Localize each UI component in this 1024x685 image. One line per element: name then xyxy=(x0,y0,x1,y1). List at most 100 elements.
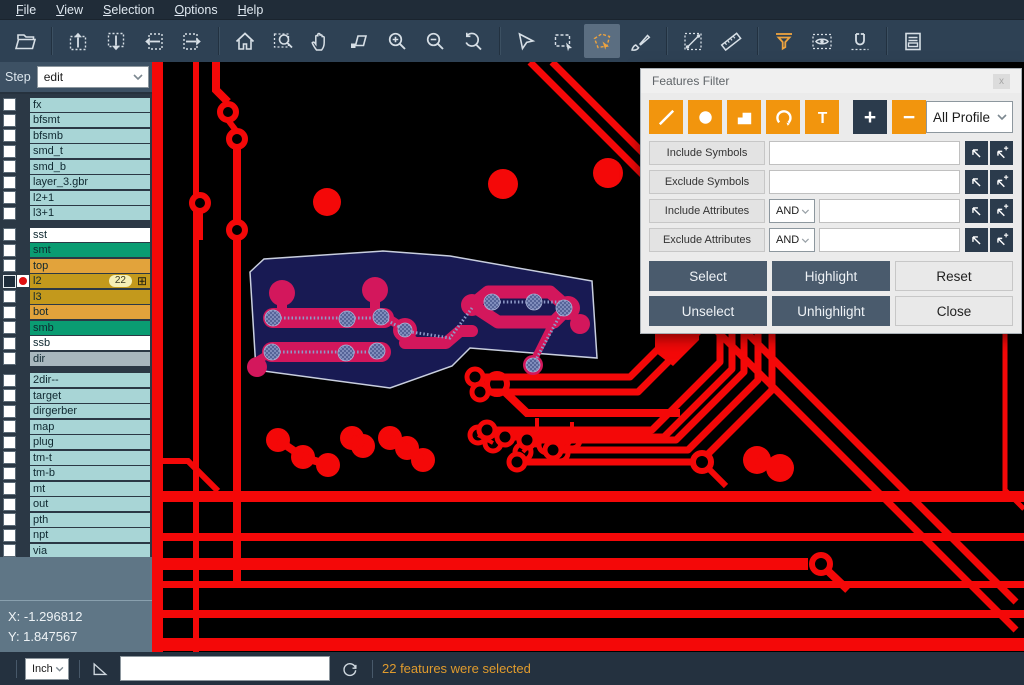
menu-selection[interactable]: Selection xyxy=(93,0,164,20)
layer-visibility-checkbox[interactable] xyxy=(3,321,16,334)
layer-visibility-checkbox[interactable] xyxy=(3,389,16,402)
refresh-icon[interactable] xyxy=(340,659,360,679)
close-button[interactable]: Close xyxy=(895,296,1013,326)
pick-add-from-canvas-button[interactable] xyxy=(990,228,1013,252)
layer-visibility-checkbox[interactable] xyxy=(3,420,16,433)
menu-view[interactable]: View xyxy=(46,0,93,20)
layer-color-bar[interactable]: l2+1 xyxy=(30,191,150,205)
layer-color-bar[interactable]: ssb xyxy=(30,336,150,350)
layer-row-smd-t[interactable]: smd_t xyxy=(0,144,152,160)
menu-options[interactable]: Options xyxy=(164,0,227,20)
layer-row-dir[interactable]: dir xyxy=(0,351,152,367)
polygon-select-icon[interactable] xyxy=(584,24,620,58)
layer-visibility-checkbox[interactable] xyxy=(3,145,16,158)
pan-right-icon[interactable] xyxy=(174,24,210,58)
layer-row-npt[interactable]: npt xyxy=(0,528,152,544)
layer-color-bar[interactable]: top xyxy=(30,259,150,273)
layer-color-bar[interactable]: sst xyxy=(30,228,150,242)
include-symbols-button[interactable]: Include Symbols xyxy=(649,141,765,165)
reset-button[interactable]: Reset xyxy=(895,261,1013,291)
pan-left-icon[interactable] xyxy=(136,24,172,58)
layer-visibility-checkbox[interactable] xyxy=(3,207,16,220)
pad-feature-icon[interactable] xyxy=(688,100,722,134)
layer-row-fx[interactable]: fx xyxy=(0,97,152,113)
layer-row-l2[interactable]: l222⊞ xyxy=(0,274,152,290)
exclude-symbols-button[interactable]: Exclude Symbols xyxy=(649,170,765,194)
layer-row-out[interactable]: out xyxy=(0,497,152,513)
layer-color-bar[interactable]: pth xyxy=(30,513,150,527)
layer-row-pth[interactable]: pth xyxy=(0,512,152,528)
zoom-area-icon[interactable] xyxy=(265,24,301,58)
pick-from-canvas-button[interactable] xyxy=(965,141,988,165)
pick-add-from-canvas-button[interactable] xyxy=(990,141,1013,165)
layer-row-smd-b[interactable]: smd_b xyxy=(0,159,152,175)
home-icon[interactable] xyxy=(227,24,263,58)
layer-row-sst[interactable]: sst xyxy=(0,227,152,243)
ruler-icon[interactable] xyxy=(713,24,749,58)
remove-filter-button[interactable]: − xyxy=(892,100,926,134)
layer-row-mt[interactable]: mt xyxy=(0,481,152,497)
layer-visibility-checkbox[interactable] xyxy=(3,436,16,449)
layer-visibility-checkbox[interactable] xyxy=(3,374,16,387)
layer-visibility-checkbox[interactable] xyxy=(3,529,16,542)
layer-visibility-checkbox[interactable] xyxy=(3,160,16,173)
close-icon[interactable]: x xyxy=(993,74,1010,89)
layer-visibility-checkbox[interactable] xyxy=(3,114,16,127)
layer-color-bar[interactable]: smd_t xyxy=(30,144,150,158)
menu-file[interactable]: File xyxy=(6,0,46,20)
layer-row-2dir[interactable]: 2dir-- xyxy=(0,373,152,389)
layer-visibility-checkbox[interactable] xyxy=(3,352,16,365)
pick-add-from-canvas-button[interactable] xyxy=(990,199,1013,223)
layer-row-bot[interactable]: bot xyxy=(0,305,152,321)
layer-visibility-checkbox[interactable] xyxy=(3,513,16,526)
layer-color-bar[interactable]: smd_b xyxy=(30,160,150,174)
layer-row-smt[interactable]: smt xyxy=(0,243,152,259)
layer-color-bar[interactable]: 2dir-- xyxy=(30,373,150,387)
filter-icon[interactable] xyxy=(766,24,802,58)
layer-visibility-checkbox[interactable] xyxy=(3,290,16,303)
pick-add-from-canvas-button[interactable] xyxy=(990,170,1013,194)
layer-visibility-checkbox[interactable] xyxy=(3,498,16,511)
eye-visibility-icon[interactable] xyxy=(804,24,840,58)
layer-row-ssb[interactable]: ssb xyxy=(0,336,152,352)
layer-row-l2-1[interactable]: l2+1 xyxy=(0,190,152,206)
layer-color-bar[interactable]: l3 xyxy=(30,290,150,304)
exclude-symbols-input[interactable] xyxy=(769,170,960,194)
include-symbols-input[interactable] xyxy=(769,141,960,165)
layer-color-bar[interactable]: smt xyxy=(30,243,150,257)
layer-visibility-checkbox[interactable] xyxy=(3,405,16,418)
pick-from-canvas-button[interactable] xyxy=(965,199,988,223)
pan-down-icon[interactable] xyxy=(98,24,134,58)
layer-color-bar[interactable]: smb xyxy=(30,321,150,335)
pan-up-icon[interactable] xyxy=(60,24,96,58)
layer-visibility-checkbox[interactable] xyxy=(3,176,16,189)
zoom-out-icon[interactable] xyxy=(417,24,453,58)
pan-hand-icon[interactable] xyxy=(303,24,339,58)
layer-visibility-checkbox[interactable] xyxy=(3,259,16,272)
layer-row-map[interactable]: map xyxy=(0,419,152,435)
text-feature-icon[interactable]: T xyxy=(805,100,839,134)
select-arrow-icon[interactable] xyxy=(508,24,544,58)
layer-color-bar[interactable]: fx xyxy=(30,98,150,112)
layer-row-bfsmt[interactable]: bfsmt xyxy=(0,113,152,129)
layer-color-bar[interactable]: npt xyxy=(30,528,150,542)
layer-color-bar[interactable]: layer_3.gbr xyxy=(30,175,150,189)
line-feature-icon[interactable] xyxy=(649,100,683,134)
layer-color-bar[interactable]: tm-b xyxy=(30,466,150,480)
open-folder-icon[interactable] xyxy=(7,24,43,58)
unselect-button[interactable]: Unselect xyxy=(649,296,767,326)
layer-row-dirgerber[interactable]: dirgerber xyxy=(0,404,152,420)
include-attributes-input[interactable] xyxy=(819,199,960,223)
layer-visibility-checkbox[interactable] xyxy=(3,275,16,288)
layer-color-bar[interactable]: target xyxy=(30,389,150,403)
rect-select-icon[interactable] xyxy=(546,24,582,58)
add-filter-button[interactable]: + xyxy=(853,100,887,134)
layer-color-bar[interactable]: via xyxy=(30,544,150,558)
zoom-previous-icon[interactable] xyxy=(455,24,491,58)
layer-visibility-checkbox[interactable] xyxy=(3,544,16,557)
layer-visibility-checkbox[interactable] xyxy=(3,228,16,241)
exclude-attributes-button[interactable]: Exclude Attributes xyxy=(649,228,765,252)
arc-feature-icon[interactable] xyxy=(766,100,800,134)
layer-visibility-checkbox[interactable] xyxy=(3,191,16,204)
units-select[interactable]: Inch xyxy=(25,658,69,680)
